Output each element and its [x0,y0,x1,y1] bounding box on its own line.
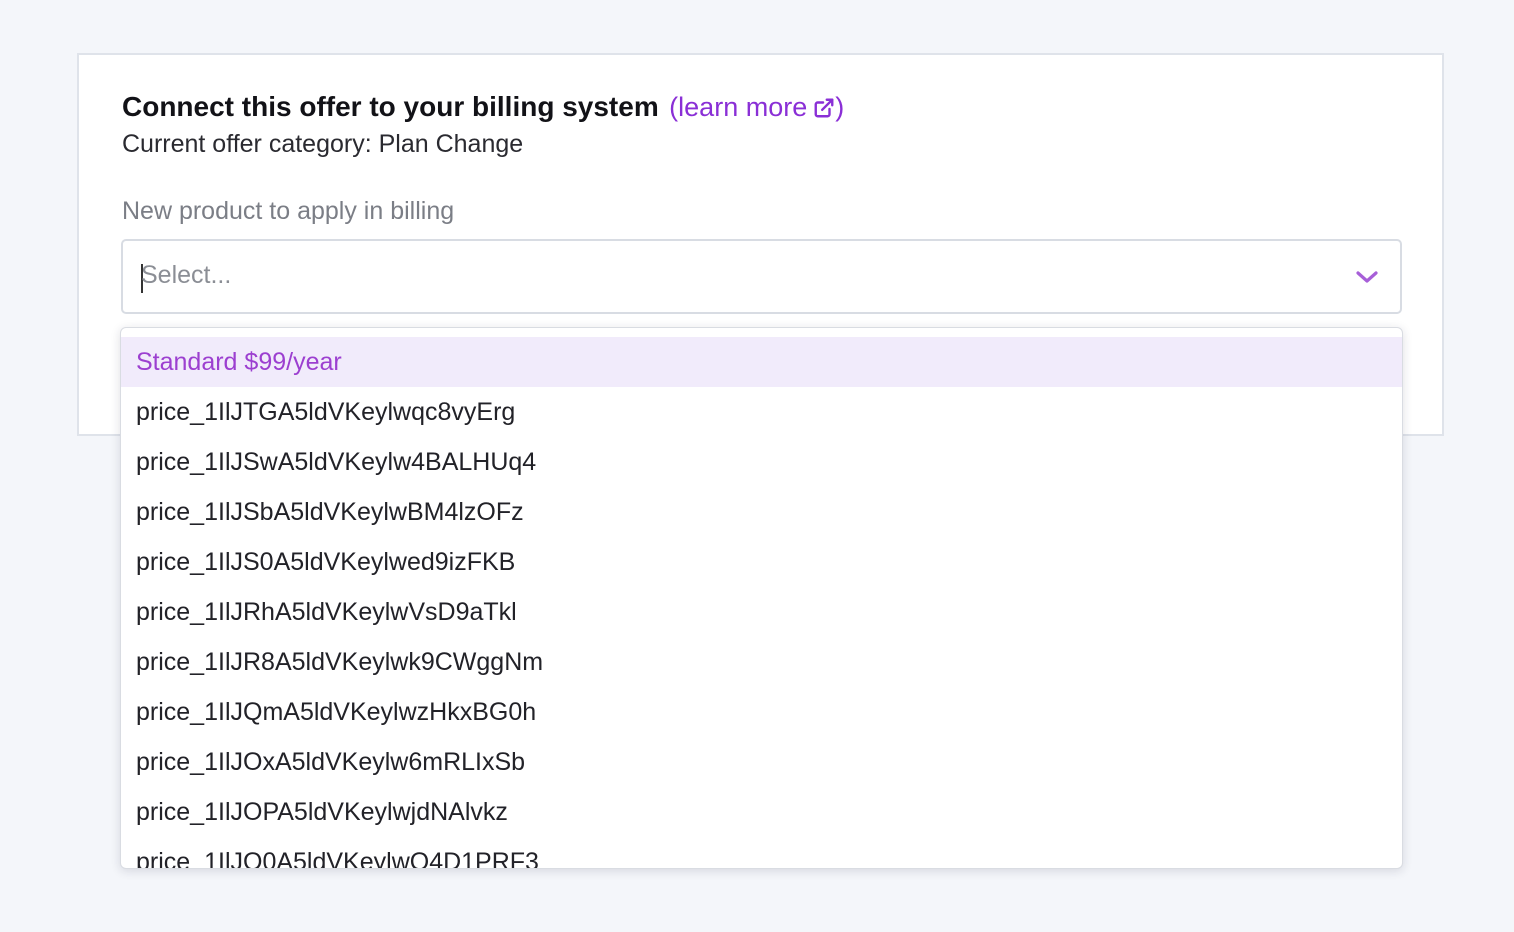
dropdown-option[interactable]: price_1IlJOxA5ldVKeylw6mRLIxSb [121,737,1402,787]
learn-more-link[interactable]: (learn more) [669,92,844,122]
dropdown-option[interactable]: price_1IlJS0A5ldVKeylwed9izFKB [121,537,1402,587]
dropdown-option[interactable]: price_1IlJTGA5ldVKeylwqc8vyErg [121,387,1402,437]
learn-more-open-paren: ( [669,92,678,122]
product-field-label: New product to apply in billing [122,197,454,226]
offer-category-text: Current offer category: Plan Change [122,130,523,159]
dropdown-option[interactable]: price_1IlJOPA5ldVKeylwjdNAlvkz [121,787,1402,837]
dropdown-option[interactable]: price_1IlJSbA5ldVKeylwBM4lzOFz [121,487,1402,537]
dropdown-option[interactable]: price_1IlJQmA5ldVKeylwzHkxBG0h [121,687,1402,737]
title-row: Connect this offer to your billing syste… [122,89,844,130]
product-options-list: Standard $99/yearprice_1IlJTGA5ldVKeylwq… [121,337,1402,869]
dropdown-option[interactable]: price_1IlJSwA5ldVKeylw4BALHUq4 [121,437,1402,487]
card-title: Connect this offer to your billing syste… [122,91,659,122]
external-link-icon [813,92,835,128]
learn-more-close-paren: ) [835,92,844,122]
product-select[interactable] [121,239,1402,314]
product-dropdown-menu: Standard $99/yearprice_1IlJTGA5ldVKeylwq… [120,327,1403,869]
dropdown-option[interactable]: price_1IlJRhA5ldVKeylwVsD9aTkl [121,587,1402,637]
dropdown-option[interactable]: price_1IlJR8A5ldVKeylwk9CWggNm [121,637,1402,687]
dropdown-option[interactable]: price_1IlJO0A5ldVKeylwQ4D1PRF3 [121,837,1402,869]
learn-more-label: learn more [678,92,807,122]
product-select-input[interactable] [141,261,1321,290]
chevron-down-icon[interactable] [1354,267,1380,287]
dropdown-option-highlighted[interactable]: Standard $99/year [121,337,1402,387]
